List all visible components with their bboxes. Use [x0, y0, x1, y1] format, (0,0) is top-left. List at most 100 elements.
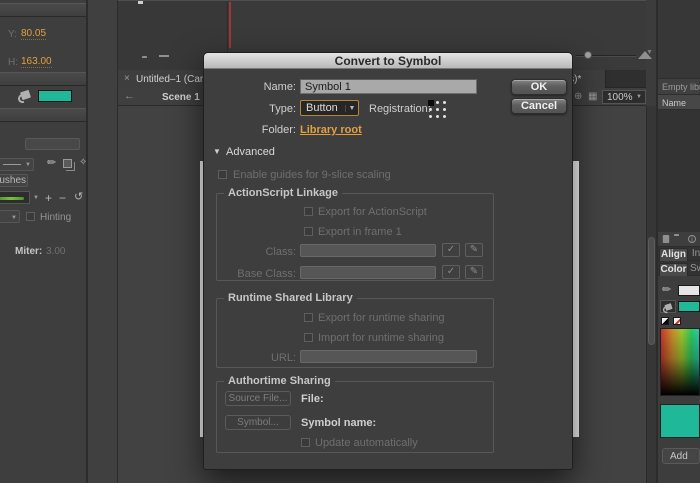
back-arrow-icon[interactable]: ←	[124, 91, 135, 102]
validate-class-button[interactable]: ✓	[442, 243, 460, 257]
folder-label: Folder:	[226, 124, 296, 136]
group-title: Runtime Shared Library	[224, 292, 357, 304]
fill-color-button[interactable]	[660, 300, 676, 313]
new-symbol-icon[interactable]	[663, 235, 669, 243]
y-value[interactable]: 80.05	[21, 28, 46, 40]
update-automatically-checkbox[interactable]	[301, 438, 310, 447]
black-white-swatch-icon[interactable]	[661, 317, 669, 325]
export-runtime-label: Export for runtime sharing	[318, 312, 445, 324]
scrollbar-thumb[interactable]	[648, 237, 655, 345]
import-runtime-checkbox[interactable]	[304, 333, 313, 342]
folder-link[interactable]: Library root	[300, 124, 362, 136]
fill-color-swatch[interactable]	[38, 90, 72, 102]
type-dropdown[interactable]: Button ▼	[300, 100, 359, 116]
scene-name[interactable]: Scene 1	[162, 92, 200, 103]
update-automatically-label: Update automatically	[315, 437, 418, 449]
properties-info-icon[interactable]: i	[688, 235, 696, 243]
playhead[interactable]	[229, 2, 231, 48]
miter-value[interactable]: 3.00	[46, 246, 65, 257]
tab-info[interactable]: In	[690, 248, 700, 260]
timeline-marker[interactable]	[138, 1, 143, 4]
section-header-strip[interactable]	[0, 72, 88, 86]
library-buttons-row: i	[658, 232, 700, 247]
cancel-button[interactable]: Cancel	[511, 98, 567, 114]
base-class-field[interactable]	[300, 266, 436, 279]
color-swatches-tab-row: Color Sw	[658, 261, 700, 276]
minus-icon[interactable]: −	[59, 192, 66, 204]
chevron-down-icon[interactable]: ▼	[33, 195, 39, 201]
registration-point[interactable]	[434, 113, 441, 120]
registration-point[interactable]	[441, 106, 448, 113]
close-icon[interactable]: ×	[124, 74, 130, 84]
zoom-dropdown[interactable]: 100% ▼	[602, 90, 646, 104]
stroke-size-field[interactable]	[25, 138, 80, 150]
edit-scene-icon[interactable]: ⊕	[574, 92, 582, 102]
stage-edge-right[interactable]	[573, 161, 579, 437]
no-color-icon[interactable]	[673, 317, 681, 325]
chevron-down-icon: ▼	[25, 162, 31, 168]
brushes-button[interactable]: rushes	[0, 174, 28, 187]
h-label: H:	[8, 57, 18, 68]
stroke-style-preview	[3, 164, 21, 165]
scroll-down-icon[interactable]: ▼	[646, 49, 653, 56]
copy-style-icon[interactable]	[63, 159, 72, 168]
registration-point[interactable]	[434, 106, 441, 113]
hinting-checkbox[interactable]	[26, 212, 35, 221]
ok-button[interactable]: OK	[511, 79, 567, 95]
color-spectrum[interactable]	[660, 328, 700, 396]
library-list[interactable]	[658, 110, 700, 232]
validate-base-class-button[interactable]: ✓	[442, 265, 460, 279]
plus-icon[interactable]: +	[45, 192, 52, 204]
url-label: URL:	[217, 352, 296, 364]
export-for-actionscript-checkbox[interactable]	[304, 207, 313, 216]
slider-knob[interactable]	[584, 51, 592, 59]
source-file-button[interactable]: Source File...	[225, 391, 291, 406]
export-for-actionscript-label: Export for ActionScript	[318, 206, 427, 218]
export-in-frame-checkbox[interactable]	[304, 227, 313, 236]
fill-color-chip[interactable]	[678, 301, 700, 312]
library-name-header[interactable]: Name	[658, 94, 700, 110]
add-to-swatches-button[interactable]: Add	[662, 448, 700, 464]
export-runtime-checkbox[interactable]	[304, 313, 313, 322]
class-label: Class:	[217, 246, 296, 258]
convert-to-symbol-dialog: Convert to Symbol Name: Symbol 1 OK Canc…	[203, 52, 573, 470]
advanced-disclosure-icon[interactable]: ▼	[213, 148, 221, 156]
dialog-title-bar[interactable]: Convert to Symbol	[204, 53, 572, 69]
registration-point[interactable]	[441, 113, 448, 120]
reset-icon[interactable]: ↺	[74, 192, 83, 203]
runtime-shared-library-group: Runtime Shared Library Export for runtim…	[216, 298, 494, 368]
cap-style-dropdown[interactable]: ▼	[0, 210, 20, 223]
flash-workspace: Y: 80.05 H: 163.00 ▼ ✏ ✧ rushes ▼ + − ↺ …	[0, 0, 700, 483]
registration-point[interactable]	[427, 113, 434, 120]
library-panel: Empty libra Name i Align In Color Sw ✏	[658, 0, 700, 483]
tab-align[interactable]: Align	[659, 248, 688, 261]
edit-stroke-pencil-icon[interactable]: ✏	[47, 158, 56, 169]
h-value[interactable]: 163.00	[21, 56, 52, 68]
registration-point[interactable]	[441, 99, 448, 106]
tab-swatches[interactable]: Sw	[690, 263, 700, 275]
stroke-color-pencil-icon[interactable]: ✏	[662, 285, 671, 296]
name-input[interactable]: Symbol 1	[300, 79, 477, 94]
group-title: Authortime Sharing	[224, 375, 335, 387]
symbol-button[interactable]: Symbol...	[225, 415, 291, 430]
edit-base-class-button[interactable]: ✎	[465, 265, 483, 279]
nine-slice-checkbox[interactable]	[218, 170, 227, 179]
registration-grid[interactable]	[427, 99, 448, 120]
registration-point[interactable]	[434, 99, 441, 106]
section-header-strip[interactable]	[0, 3, 88, 17]
stroke-color-chip[interactable]	[678, 285, 700, 296]
edit-symbols-icon[interactable]: ▦	[588, 92, 597, 102]
advanced-toggle-label[interactable]: Advanced	[226, 146, 275, 158]
export-in-frame-label: Export in frame 1	[318, 226, 402, 238]
edit-class-button[interactable]: ✎	[465, 243, 483, 257]
registration-point-selected[interactable]	[427, 99, 434, 106]
zoom-value: 100%	[603, 92, 636, 103]
url-field[interactable]	[300, 350, 477, 363]
canvas-vscrollbar[interactable]	[646, 106, 656, 483]
section-header-strip[interactable]	[0, 108, 88, 122]
class-field[interactable]	[300, 244, 436, 257]
brush-preview-dropdown[interactable]	[0, 191, 30, 204]
registration-point[interactable]	[427, 106, 434, 113]
tab-color[interactable]: Color	[659, 263, 688, 276]
stroke-style-dropdown[interactable]: ▼	[0, 158, 34, 171]
